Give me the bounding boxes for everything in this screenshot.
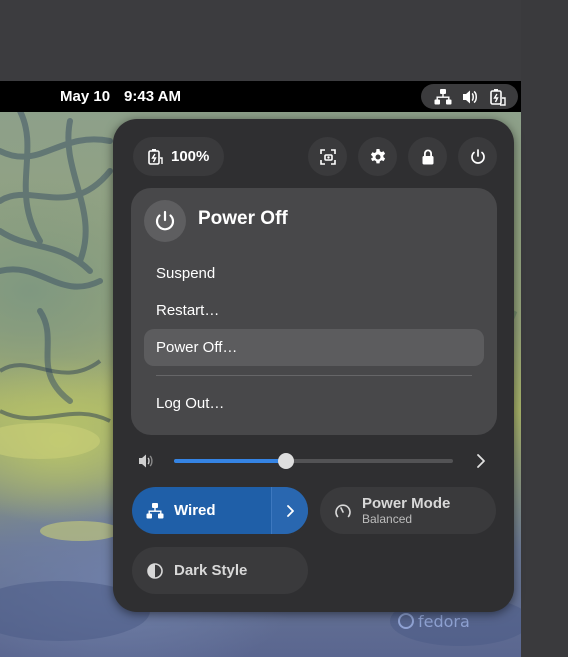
power-icon: [470, 148, 485, 164]
settings-icon: [370, 148, 385, 163]
volume-icon: [460, 87, 480, 107]
fedora-wordmark: fedora: [418, 612, 470, 631]
dark-style-toggle[interactable]: Dark Style: [132, 547, 308, 594]
menu-item-log-out[interactable]: Log Out…: [144, 385, 484, 422]
power-mode-toggle[interactable]: Power Mode Balanced: [320, 487, 496, 534]
menu-item-suspend[interactable]: Suspend: [144, 255, 484, 292]
network-wired-icon: [433, 87, 453, 107]
battery-button[interactable]: 100%: [133, 137, 224, 176]
clock[interactable]: May 10 9:43 AM: [60, 88, 195, 105]
power-icon: [155, 210, 175, 231]
system-status-menu[interactable]: [421, 84, 518, 109]
battery-charging-icon: [148, 148, 163, 165]
fedora-mark-icon: [398, 613, 414, 629]
volume-icon[interactable]: [137, 452, 155, 470]
volume-slider[interactable]: [174, 459, 453, 463]
power-mode-value: Balanced: [362, 512, 413, 526]
power-mode-gauge-icon: [335, 503, 351, 517]
screenshot-icon: [319, 148, 336, 165]
menu-item-restart[interactable]: Restart…: [144, 292, 484, 329]
screen-margin: [521, 0, 568, 657]
clock-time: 9:43 AM: [124, 88, 182, 105]
power-menu-header-icon: [144, 200, 186, 242]
volume-slider-fill: [174, 459, 286, 463]
chevron-right-icon[interactable]: [472, 451, 490, 471]
power-button[interactable]: [458, 137, 497, 176]
wired-toggle[interactable]: Wired: [132, 487, 308, 534]
network-wired-icon: [146, 502, 164, 518]
dark-style-label: Dark Style: [174, 562, 248, 579]
lock-button[interactable]: [408, 137, 447, 176]
power-menu-title: Power Off: [198, 208, 288, 229]
battery-percentage: 100%: [171, 148, 210, 165]
dark-style-icon: [147, 562, 163, 579]
menu-separator: [156, 375, 472, 376]
battery-charging-icon: [487, 87, 507, 107]
clock-date: May 10: [60, 88, 111, 105]
power-mode-label: Power Mode: [362, 495, 451, 512]
chevron-right-icon: [287, 504, 294, 517]
top-bar: May 10 9:43 AM: [0, 81, 521, 112]
screenshot-button[interactable]: [308, 137, 347, 176]
menu-item-power-off[interactable]: Power Off…: [144, 329, 484, 366]
volume-slider-handle[interactable]: [278, 453, 294, 469]
wired-toggle-main[interactable]: Wired: [132, 487, 271, 534]
fedora-logo: fedora: [398, 612, 470, 631]
lock-icon: [422, 149, 433, 164]
wired-toggle-label: Wired: [174, 502, 216, 519]
settings-button[interactable]: [358, 137, 397, 176]
